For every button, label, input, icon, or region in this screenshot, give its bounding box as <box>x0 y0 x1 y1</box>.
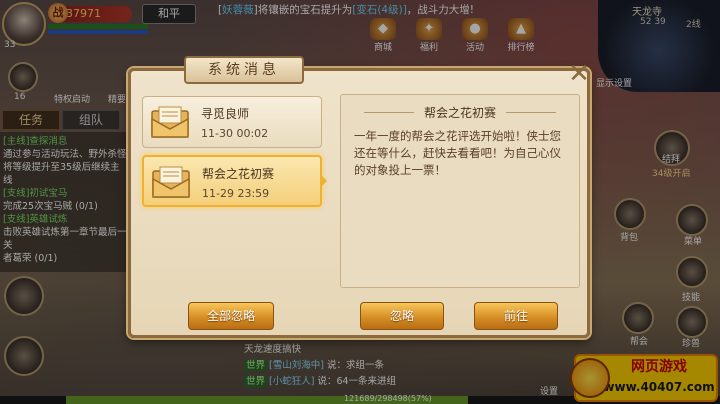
message-detail-panel <box>340 94 580 288</box>
dialog-title: 系统消息 <box>184 56 304 84</box>
selection-arrow-icon <box>320 174 327 188</box>
message-item[interactable]: 寻觅良师 11-30 00:02 <box>142 96 322 148</box>
envelope-icon <box>151 106 189 138</box>
close-icon[interactable]: ✕ <box>566 61 592 88</box>
detail-title: 帮会之花初赛 <box>423 106 496 120</box>
ignore-button[interactable]: 忽略 <box>360 302 444 330</box>
detail-body: 一年一度的帮会之花评选开始啦！侠士您还在等什么，赶快去看看吧！为自己心仪的对象投… <box>354 129 561 177</box>
message-date: 11-30 00:02 <box>201 127 269 140</box>
go-button[interactable]: 前往 <box>474 302 558 330</box>
envelope-icon <box>152 166 190 198</box>
message-title: 寻觅良师 <box>201 107 250 121</box>
message-date: 11-29 23:59 <box>202 187 270 200</box>
message-item-selected[interactable]: 帮会之花初赛 11-29 23:59 <box>142 155 322 207</box>
message-title: 帮会之花初赛 <box>202 167 275 181</box>
ignore-all-button[interactable]: 全部忽略 <box>188 302 274 330</box>
